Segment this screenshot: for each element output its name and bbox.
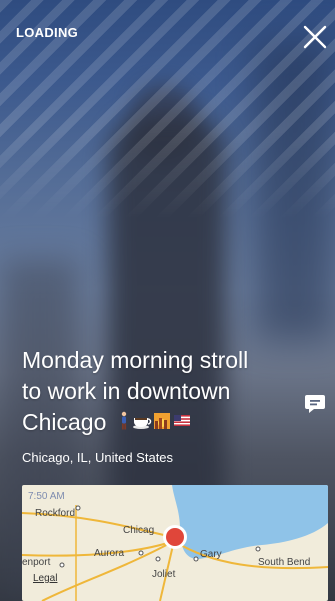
emoji-group — [117, 408, 191, 439]
story-viewer: LOADING Monday morning stroll to work in… — [0, 0, 335, 601]
lake-michigan — [172, 485, 328, 559]
caption-line: Chicago — [22, 407, 302, 439]
loading-label: LOADING — [16, 25, 79, 40]
close-icon[interactable] — [302, 24, 328, 50]
city-dot — [155, 556, 161, 562]
city-dot — [255, 546, 261, 552]
map-label-chicago: Chicag — [123, 525, 155, 536]
map-label-rockford: Rockford — [35, 508, 76, 519]
map-label-joliet: Joliet — [152, 569, 176, 580]
city-sunset-icon — [153, 413, 170, 430]
city-dot — [59, 562, 65, 568]
person-walking-icon — [121, 412, 126, 430]
coffee-cup-icon — [132, 418, 152, 430]
map-label-aurora: Aurora — [94, 548, 125, 559]
location-map[interactable]: 7:50 AM Rockford Chicag Aurora enport Ga… — [22, 485, 328, 601]
caption-city: Chicago — [22, 409, 107, 435]
city-dot — [193, 556, 199, 562]
city-dot — [75, 505, 81, 511]
caption-line: to work in downtown — [22, 378, 231, 404]
city-dot — [138, 550, 144, 556]
story-caption: Monday morning stroll to work in downtow… — [22, 345, 302, 439]
comment-icon[interactable] — [304, 394, 326, 414]
map-label-south-bend: South Bend — [258, 557, 311, 568]
caption-line: Monday morning stroll — [22, 347, 249, 373]
map-time-label: 7:50 AM — [28, 491, 65, 502]
map-label-gary: Gary — [200, 549, 222, 560]
map-legal-link[interactable]: Legal — [33, 573, 57, 584]
location-pin[interactable] — [163, 525, 187, 549]
map-label-davenport: enport — [22, 557, 51, 568]
location-label[interactable]: Chicago, IL, United States — [22, 450, 173, 465]
us-flag-icon — [173, 415, 190, 427]
